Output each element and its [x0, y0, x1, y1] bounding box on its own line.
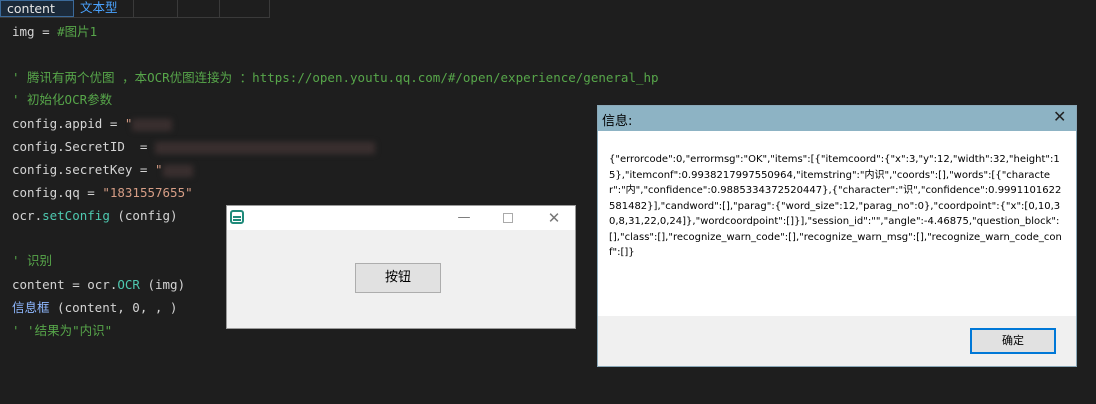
ok-button[interactable]: 确定: [970, 328, 1056, 354]
code-text: config.qq =: [12, 185, 103, 200]
window-title-bar[interactable]: — ✕: [227, 206, 575, 230]
code-line-qq[interactable]: config.qq = "1831557655": [12, 183, 193, 203]
variable-type-cell[interactable]: 文本型: [74, 0, 134, 17]
app-icon: [230, 210, 244, 224]
maximize-icon: [503, 212, 513, 223]
code-line-secretid[interactable]: config.SecretID =: [12, 137, 375, 157]
code-text: (img): [139, 277, 186, 292]
code-line-setconfig[interactable]: ocr.setConfig (config): [12, 206, 178, 226]
redacted-value: [162, 164, 193, 177]
message-box-title: 信息:: [602, 114, 633, 129]
code-line-comment-result[interactable]: ' '结果为"内识": [12, 321, 112, 341]
message-box-title-bar[interactable]: 信息: ✕: [598, 106, 1076, 131]
code-text: (config): [109, 208, 178, 223]
function-name: 信息框: [12, 300, 50, 315]
minimize-button[interactable]: —: [451, 209, 477, 227]
variable-cell-3[interactable]: [134, 0, 178, 17]
code-text: ocr.: [12, 208, 43, 223]
redacted-value: [132, 118, 173, 131]
code-line-img[interactable]: img = #图片1: [12, 22, 97, 42]
code-text: config.appid =: [12, 116, 125, 131]
string-literal: ": [124, 116, 133, 131]
code-line-ocr[interactable]: content = ocr.OCR (img): [12, 275, 185, 295]
string-literal: "1831557655": [102, 185, 193, 200]
redacted-value: [155, 141, 375, 154]
variable-cell-5[interactable]: [220, 0, 270, 17]
message-box-footer: 确定: [598, 316, 1076, 366]
code-comment: #图片1: [57, 24, 98, 39]
app-window: — ✕ 按钮: [226, 205, 576, 329]
code-line-appid[interactable]: config.appid = ": [12, 114, 173, 134]
code-line-comment-url[interactable]: ' 腾讯有两个优图 ，本OCR优图连接为 ：https://open.youtu…: [12, 68, 659, 88]
main-button[interactable]: 按钮: [355, 263, 441, 293]
message-text: {"errorcode":0,"errormsg":"OK","items":[…: [609, 154, 1062, 258]
close-button[interactable]: ✕: [1053, 107, 1066, 126]
variable-name-cell[interactable]: content: [0, 0, 74, 17]
code-text: config.secretKey =: [12, 162, 155, 177]
code-text: (content, 0, , ): [49, 300, 178, 315]
code-text: img: [12, 24, 35, 39]
code-line-comment-init[interactable]: ' 初始化OCR参数: [12, 90, 112, 110]
variable-table-header: content 文本型: [0, 0, 270, 18]
code-line-msgbox[interactable]: 信息框 (content, 0, , ): [12, 298, 177, 318]
code-line-comment-recognize[interactable]: ' 识别: [12, 251, 52, 271]
close-button[interactable]: ✕: [541, 209, 567, 227]
code-text: config.SecretID =: [12, 139, 155, 154]
string-literal: ": [155, 162, 163, 177]
code-line-secretkey[interactable]: config.secretKey = ": [12, 160, 193, 180]
code-text: =: [34, 24, 58, 39]
message-box: 信息: ✕ {"errorcode":0,"errormsg":"OK","it…: [597, 105, 1077, 367]
maximize-button[interactable]: [495, 209, 521, 227]
variable-cell-4[interactable]: [178, 0, 220, 17]
code-text: content = ocr.: [12, 277, 118, 292]
function-name: setConfig: [42, 208, 110, 223]
function-name: OCR: [117, 277, 140, 292]
